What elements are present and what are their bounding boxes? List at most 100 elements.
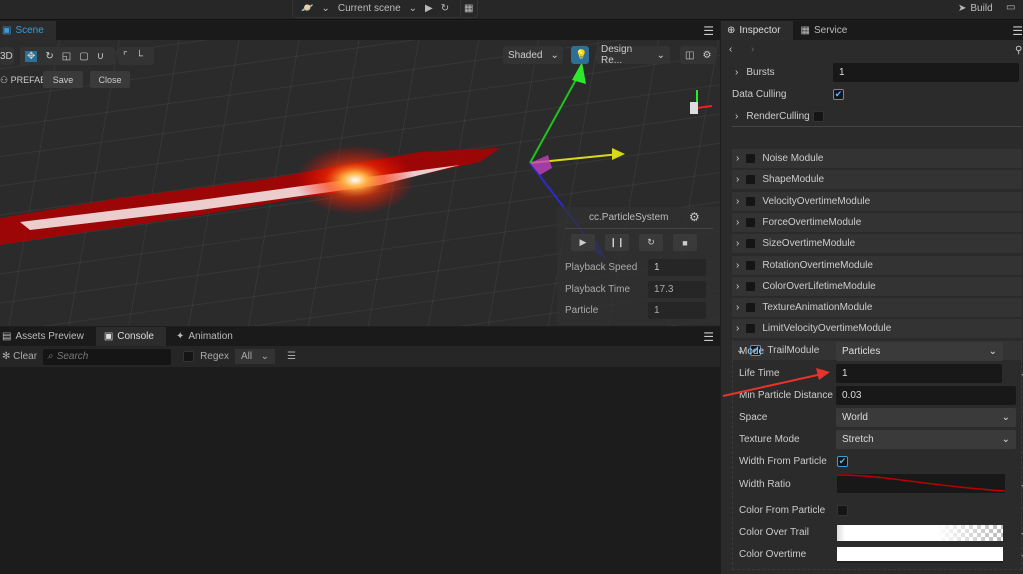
chevron-right-icon[interactable]: › — [735, 111, 738, 122]
mode-3d-button[interactable]: 3D — [0, 47, 14, 65]
module-enabled-checkbox[interactable] — [745, 174, 757, 186]
module-row[interactable]: › ForceOvertimeModule — [732, 212, 1022, 233]
play-icon[interactable]: ▶ — [425, 3, 433, 14]
chevron-right-icon[interactable]: › — [736, 260, 739, 271]
build-button[interactable]: ➤ Build — [958, 3, 993, 14]
camera-icon[interactable]: ◫ — [685, 50, 694, 61]
texture-mode-select[interactable]: Stretch ⌄ — [836, 430, 1016, 449]
color-over-trail-gradient[interactable] — [837, 524, 1003, 541]
chevron-right-icon[interactable]: › — [736, 153, 739, 164]
module-label: ShapeModule — [762, 174, 825, 186]
tab-inspector[interactable]: ⊕ Inspector — [721, 21, 793, 40]
chevron-right-icon[interactable]: › — [736, 302, 739, 313]
render-culling-checkbox[interactable] — [812, 110, 824, 122]
scene-viewport[interactable]: 3D ✥ ↻ ◱ ▢ ∪ ⌜ └ ⚇ PREFAB Save Close Shaded ⌄ … — [0, 40, 720, 326]
chevron-down-icon[interactable]: ⌄ — [1019, 527, 1023, 538]
module-row[interactable]: › SizeOvertimeModule — [732, 234, 1022, 255]
tab-console[interactable]: ▣ Console — [95, 327, 166, 346]
pause-button[interactable]: ❙❙ — [605, 234, 629, 251]
tab-animation[interactable]: ✦ Animation — [166, 327, 245, 346]
chevron-right-icon[interactable]: › — [736, 238, 739, 249]
gear-icon[interactable]: ⚙ — [702, 50, 711, 61]
resolution-select[interactable]: Design Re... ⌄ — [596, 44, 670, 66]
refresh-icon[interactable]: ↻ — [441, 3, 449, 14]
pin-icon[interactable]: ⚲ — [1015, 45, 1022, 56]
chevron-right-icon[interactable]: › — [736, 323, 739, 334]
menu-icon[interactable]: ☰ — [1012, 24, 1023, 38]
folder-icon[interactable]: ▭ — [1006, 2, 1015, 13]
tab-service[interactable]: ▦ Service — [793, 21, 860, 40]
module-enabled-checkbox[interactable] — [745, 195, 757, 207]
local-global-icon[interactable]: └ — [136, 51, 143, 62]
gear-icon[interactable]: ⚙ — [689, 210, 700, 224]
data-culling-checkbox[interactable]: ✔ — [833, 89, 844, 100]
module-row[interactable]: › Noise Module — [732, 149, 1022, 169]
platform-icon[interactable]: 🪐 — [301, 3, 313, 14]
log-level-select[interactable]: All ⌄ — [234, 349, 275, 364]
min-particle-distance-input[interactable]: 0.03 — [836, 386, 1016, 405]
module-enabled-checkbox[interactable] — [745, 216, 757, 228]
menu-icon[interactable]: ☰ — [703, 330, 714, 344]
pivot-icon[interactable]: ⌜ — [123, 51, 128, 62]
scale-tool-icon[interactable]: ◱ — [62, 51, 71, 62]
restart-button[interactable]: ↻ — [639, 234, 663, 251]
module-row[interactable]: › ColorOverLifetimeModule — [732, 276, 1022, 297]
save-button[interactable]: Save — [43, 71, 83, 88]
scene-select[interactable]: Current scene — [338, 3, 401, 14]
log-file-icon[interactable]: ☰ — [287, 351, 296, 362]
build-label: Build — [970, 3, 993, 14]
chevron-down-icon[interactable]: ⌄ — [1019, 479, 1023, 490]
light-bulb-icon[interactable]: 💡 — [571, 46, 589, 64]
stop-button[interactable]: ■ — [673, 234, 697, 251]
chevron-down-icon[interactable]: ⌄ — [321, 3, 329, 14]
chevron-down-icon: ⌄ — [1001, 434, 1010, 445]
mode-select[interactable]: Particles ⌄ — [836, 342, 1003, 361]
rect-tool-icon[interactable]: ▢ — [79, 51, 88, 62]
gizmo-x-arrow — [612, 148, 625, 160]
playback-speed-input[interactable]: 1 — [648, 258, 706, 276]
color-from-particle-checkbox[interactable] — [837, 505, 848, 516]
shading-select[interactable]: Shaded ⌄ — [503, 46, 563, 64]
regex-checkbox[interactable] — [183, 351, 195, 362]
module-row[interactable]: › RotationOvertimeModule — [732, 255, 1022, 276]
snap-tool-icon[interactable]: ∪ — [97, 51, 104, 62]
qr-icon[interactable]: ▦ — [460, 0, 478, 18]
render-culling-row: › RenderCulling — [732, 106, 1022, 127]
module-label: Noise Module — [762, 153, 824, 164]
search-input[interactable]: ⌕ Search — [43, 348, 172, 365]
module-enabled-checkbox[interactable] — [745, 238, 757, 250]
life-time-input[interactable]: 1 — [836, 364, 1002, 383]
width-from-particle-checkbox[interactable]: ✔ — [837, 456, 848, 467]
width-ratio-curve[interactable] — [837, 474, 1005, 493]
close-button[interactable]: Close — [90, 71, 130, 88]
space-select[interactable]: World ⌄ — [836, 408, 1016, 427]
life-time-row: Life Time 1 ⌄ — [733, 363, 1023, 384]
chevron-right-icon[interactable]: › — [736, 281, 739, 292]
module-row[interactable]: › ShapeModule — [732, 170, 1022, 191]
rotate-tool-icon[interactable]: ↻ — [45, 51, 53, 62]
module-row[interactable]: › TextureAnimationModule — [732, 298, 1022, 319]
module-enabled-checkbox[interactable] — [745, 259, 757, 271]
forward-icon[interactable]: › — [751, 44, 754, 55]
module-row[interactable]: › VelocityOvertimeModule — [732, 191, 1022, 212]
module-enabled-checkbox[interactable] — [745, 323, 757, 335]
chevron-down-icon[interactable]: ⌄ — [1019, 549, 1023, 560]
chevron-right-icon[interactable]: › — [736, 174, 739, 185]
module-enabled-checkbox[interactable] — [745, 302, 757, 314]
color-overtime-gradient[interactable] — [837, 546, 1003, 563]
module-enabled-checkbox[interactable] — [745, 280, 757, 292]
chevron-down-icon[interactable]: ⌄ — [1019, 368, 1023, 379]
module-enabled-checkbox[interactable] — [745, 153, 757, 164]
move-tool-icon[interactable]: ✥ — [25, 50, 38, 62]
play-button[interactable]: ▶ — [571, 234, 595, 251]
chevron-right-icon[interactable]: › — [736, 217, 739, 228]
tab-scene[interactable]: ▣ Scene — [0, 21, 56, 40]
bursts-input[interactable]: 1 — [833, 63, 1019, 82]
clear-button[interactable]: ✻ Clear — [2, 351, 37, 362]
menu-icon[interactable]: ☰ — [703, 24, 714, 38]
chevron-right-icon[interactable]: › — [736, 196, 739, 207]
tab-assets-preview[interactable]: ▤ Assets Preview — [0, 327, 96, 346]
back-icon[interactable]: ‹ — [729, 44, 732, 55]
chevron-right-icon[interactable]: › — [735, 67, 738, 78]
module-row[interactable]: › LimitVelocityOvertimeModule — [732, 319, 1022, 340]
